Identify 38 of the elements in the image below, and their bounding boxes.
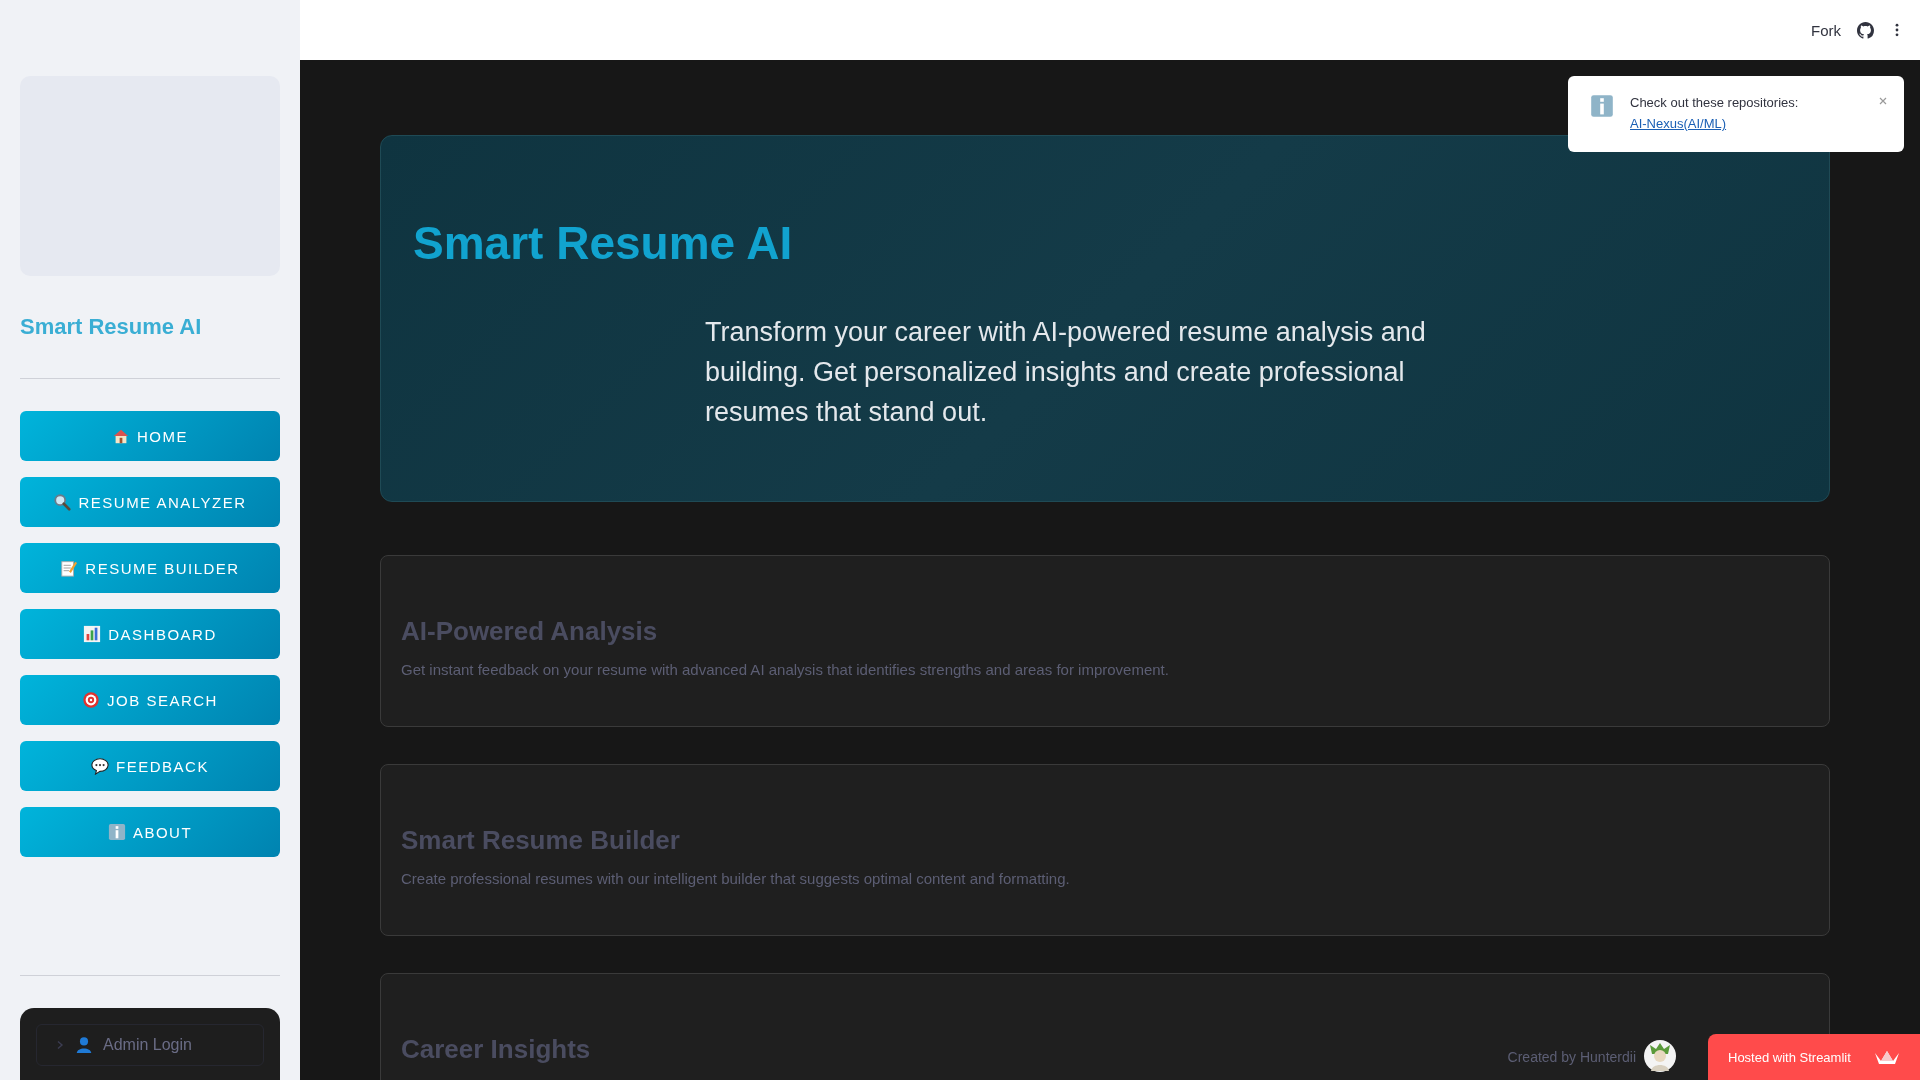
info-icon [1590, 94, 1614, 118]
admin-login-label: Admin Login [103, 1036, 192, 1054]
hosted-text: Hosted with Streamlit [1728, 1049, 1851, 1065]
github-icon[interactable] [1857, 21, 1874, 39]
crown-icon [1874, 1049, 1900, 1065]
menu-icon[interactable] [1894, 23, 1900, 37]
nav-button[interactable]: ABOUT [20, 807, 280, 857]
feature-text: Create professional resumes with our intelligent builder that suggests optimal content and formatting. [401, 870, 1071, 887]
magnifier-icon [53, 493, 72, 511]
feature-title: Smart Resume Builder [401, 825, 680, 856]
nav-button[interactable]: RESUME BUILDER [20, 543, 280, 593]
credit-text: Created by Hunterdii [1507, 1049, 1636, 1065]
feature-title: Career Insights [401, 1034, 591, 1065]
nav-button[interactable]: DASHBOARD [20, 609, 280, 659]
bar-chart-icon [83, 625, 102, 643]
chevron-icon [55, 1040, 65, 1050]
memo-icon [60, 559, 79, 577]
feature-text: Get instant feedback on your resume with advanced AI analysis that identifies strengths and areas for improvement. [401, 661, 1170, 678]
avatar [1644, 1040, 1676, 1072]
app-title: Smart Resume AI [20, 314, 203, 340]
nav-button[interactable]: HOME [20, 411, 280, 461]
hero-title: Smart Resume AI [413, 216, 794, 270]
fork-link[interactable]: Fork [1811, 21, 1841, 39]
person-icon [75, 1036, 93, 1054]
admin-login-expander[interactable]: Admin Login [36, 1024, 264, 1066]
target-icon [82, 691, 101, 709]
notification-text: Check out these repositories: [1630, 94, 1799, 112]
nav-button[interactable]: JOB SEARCH [20, 675, 280, 725]
info-icon [107, 823, 126, 841]
close-icon[interactable] [1878, 96, 1888, 106]
speech-bubble-icon [91, 757, 110, 775]
hero-text: Transform your career with AI-powered resume analysis and building. Get personalized insights and create professional resumes that stand out. [705, 316, 1427, 429]
feature-title: AI-Powered Analysis [401, 616, 658, 647]
nav-button[interactable]: FEEDBACK [20, 741, 280, 791]
house-icon [112, 427, 130, 445]
repository-link[interactable]: AI-Nexus(AI/ML) [1630, 113, 1727, 134]
hosted-badge[interactable]: Hosted with Streamlit [1708, 1034, 1920, 1080]
nav-button[interactable]: RESUME ANALYZER [20, 477, 280, 527]
